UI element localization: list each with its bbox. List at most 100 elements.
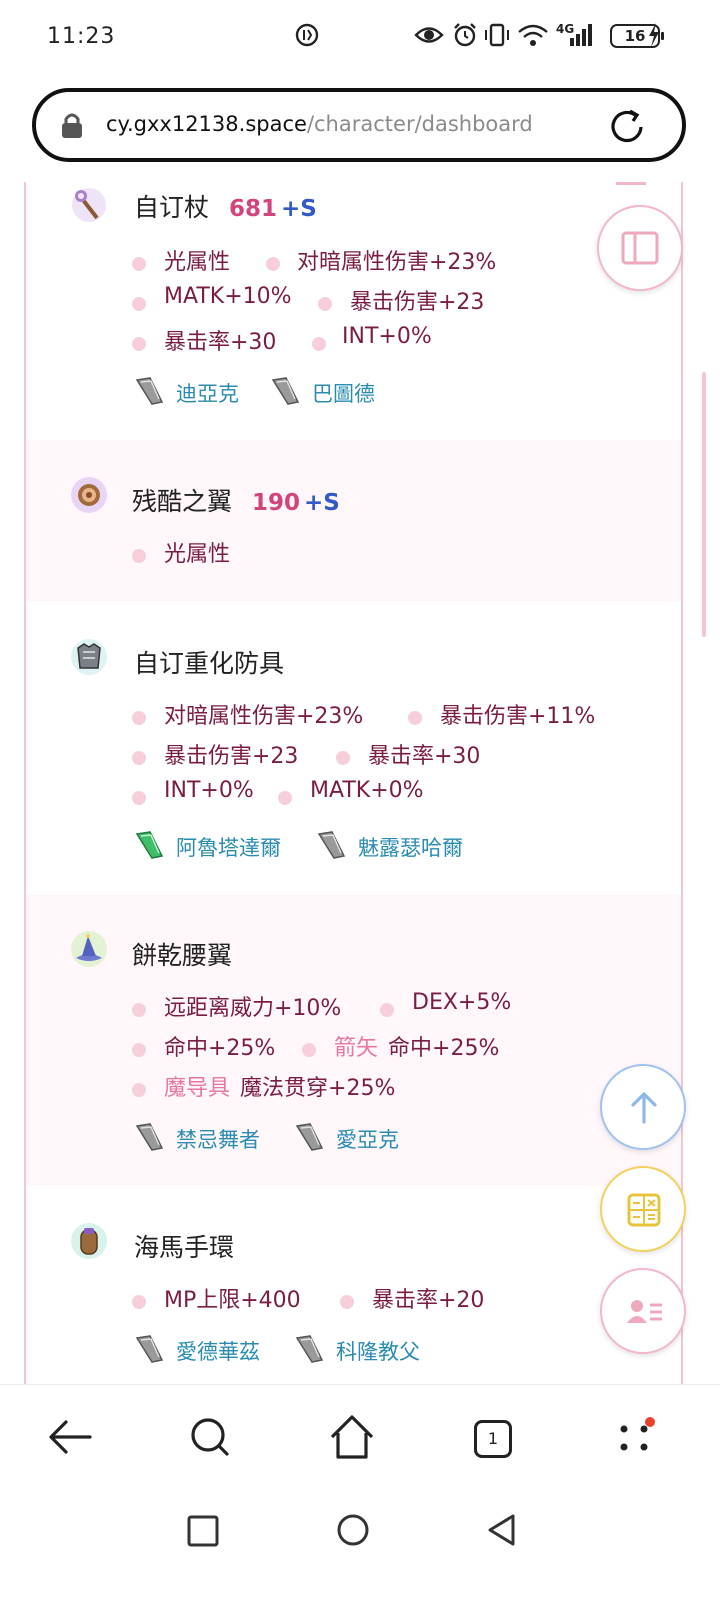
card-link[interactable]: 魅露瑟哈爾	[358, 832, 463, 862]
attribute-prefix: 魔导具	[164, 1076, 231, 1101]
url-host: cy.gxx12138.space	[106, 112, 307, 136]
equipment-name-text: 自订杖	[134, 193, 210, 222]
equipment-item[interactable]: 海馬手環 MP上限+400 暴击率+20 愛德華茲 科隆教父	[26, 1186, 681, 1412]
refine-value: 190	[252, 490, 301, 516]
card-icon	[135, 831, 164, 859]
home-icon[interactable]	[322, 1407, 382, 1467]
tab-switcher-button[interactable]: 1	[474, 1420, 512, 1458]
attribute-bullet	[132, 791, 146, 805]
attribute-prefix: 箭矢	[334, 1036, 379, 1061]
calculator-button[interactable]	[600, 1166, 686, 1252]
alarm-icon	[454, 23, 476, 47]
attribute-bullet	[132, 1295, 146, 1309]
refine-suffix: +S	[304, 490, 340, 516]
attribute-bullet	[132, 1083, 146, 1097]
attribute-bullet	[132, 297, 146, 311]
attribute: 暴击伤害+23	[350, 290, 485, 315]
url-text[interactable]: cy.gxx12138.space/character/dashboard	[106, 112, 533, 136]
attribute-bullet	[132, 1043, 146, 1057]
equipment-item[interactable]: 餅乾腰翼 远距离威力+10% DEX+5% 命中+25% 箭矢 命中+25% 魔导…	[26, 894, 681, 1186]
equipment-name-text: 残酷之翼	[132, 487, 233, 516]
lock-icon	[62, 113, 82, 138]
attribute: DEX+5%	[412, 990, 512, 1015]
attribute-bullet	[380, 1003, 394, 1017]
system-nav-bar	[0, 1494, 720, 1602]
card-icon	[271, 377, 300, 405]
calculator-icon	[627, 1193, 661, 1227]
back-arrow-icon[interactable]	[40, 1407, 100, 1467]
card-link[interactable]: 愛亞克	[336, 1124, 399, 1154]
attribute: 暴击率+20	[372, 1288, 485, 1313]
bracelet-icon	[71, 1223, 107, 1259]
card-link[interactable]: 科隆教父	[336, 1336, 420, 1366]
attribute: 暴击伤害+11%	[440, 704, 596, 729]
back-triangle-icon[interactable]	[484, 1512, 520, 1548]
equipment-item[interactable]: 自订重化防具 对暗属性伤害+23% 暴击伤害+11% 暴击伤害+23 暴击率+3…	[26, 602, 681, 894]
recent-apps-icon[interactable]	[186, 1514, 220, 1548]
wing-icon	[71, 477, 107, 513]
equipment-name: 自订重化防具	[134, 644, 284, 680]
attribute: 远距离威力+10%	[164, 996, 342, 1021]
signal-icon	[570, 24, 592, 46]
more-menu-icon[interactable]	[604, 1407, 664, 1467]
card-icon	[295, 1123, 324, 1151]
attribute: 光属性	[164, 250, 231, 275]
reload-icon[interactable]	[608, 108, 646, 146]
card-link[interactable]: 巴圖德	[312, 378, 375, 408]
armor-icon	[71, 639, 107, 675]
data-saver-icon	[295, 23, 319, 47]
card-link[interactable]: 禁忌舞者	[176, 1124, 260, 1154]
card-link[interactable]: 迪亞克	[176, 378, 239, 408]
attribute-bullet	[266, 257, 280, 271]
equipment-name: 残酷之翼 190 +S	[132, 482, 340, 518]
eye-icon	[414, 27, 444, 43]
attribute-bullet	[408, 711, 422, 725]
equipment-name-text: 海馬手環	[134, 1233, 235, 1262]
attribute: 暴击率+30	[164, 330, 277, 355]
attribute: MATK+0%	[310, 778, 424, 803]
attribute-bullet	[132, 711, 146, 725]
home-circle-icon[interactable]	[335, 1512, 371, 1548]
attribute-bullet	[336, 751, 350, 765]
card-link[interactable]: 愛德華茲	[176, 1336, 260, 1366]
wifi-icon	[518, 24, 548, 46]
address-bar[interactable]: cy.gxx12138.space/character/dashboard	[32, 88, 686, 162]
attribute: 命中+25%	[164, 1036, 276, 1061]
attribute-bullet	[278, 791, 292, 805]
attribute-text: 命中+25%	[388, 1036, 500, 1061]
equipment-item[interactable]: 残酷之翼 190 +S 光属性	[26, 440, 681, 602]
staff-icon	[72, 188, 106, 222]
equipment-name-text: 自订重化防具	[134, 649, 285, 678]
scrollbar-thumb[interactable]	[702, 372, 706, 637]
card-icon	[135, 1123, 164, 1151]
charging-icon	[649, 23, 659, 47]
search-icon[interactable]	[180, 1407, 240, 1467]
attribute: INT+0%	[164, 778, 254, 803]
card-icon	[295, 1335, 324, 1363]
attribute-bullet	[132, 1003, 146, 1017]
sidebar-toggle-button[interactable]	[597, 205, 683, 291]
attribute: 光属性	[164, 542, 231, 567]
card-link[interactable]: 阿魯塔達爾	[176, 832, 281, 862]
attribute: MATK+10%	[164, 284, 292, 309]
equipment-list: 自订杖 681 +S 光属性 对暗属性伤害+23% MATK+10% 暴击伤害+23…	[24, 182, 683, 1412]
attribute: 对暗属性伤害+23%	[164, 704, 364, 729]
equipment-name: 自订杖 681 +S	[134, 188, 317, 224]
status-time: 11:23	[47, 24, 116, 49]
attribute-bullet	[132, 751, 146, 765]
character-profile-button[interactable]	[600, 1268, 686, 1354]
attribute-bullet	[132, 337, 146, 351]
url-path: /character/dashboard	[306, 112, 533, 136]
refine-suffix: +S	[281, 196, 317, 222]
attribute: 暴击伤害+23	[164, 744, 299, 769]
card-icon	[135, 1335, 164, 1363]
attribute-bullet	[132, 549, 146, 563]
card-icon	[135, 377, 164, 405]
attribute: 暴击率+30	[368, 744, 481, 769]
vibrate-icon	[485, 23, 509, 47]
scroll-top-button[interactable]	[600, 1064, 686, 1150]
arrow-up-icon	[631, 1092, 657, 1124]
sidebar-icon	[621, 231, 659, 265]
equipment-item[interactable]: 自订杖 681 +S 光属性 对暗属性伤害+23% MATK+10% 暴击伤害+23…	[26, 182, 681, 440]
attribute-text: 魔法贯穿+25%	[240, 1076, 396, 1101]
